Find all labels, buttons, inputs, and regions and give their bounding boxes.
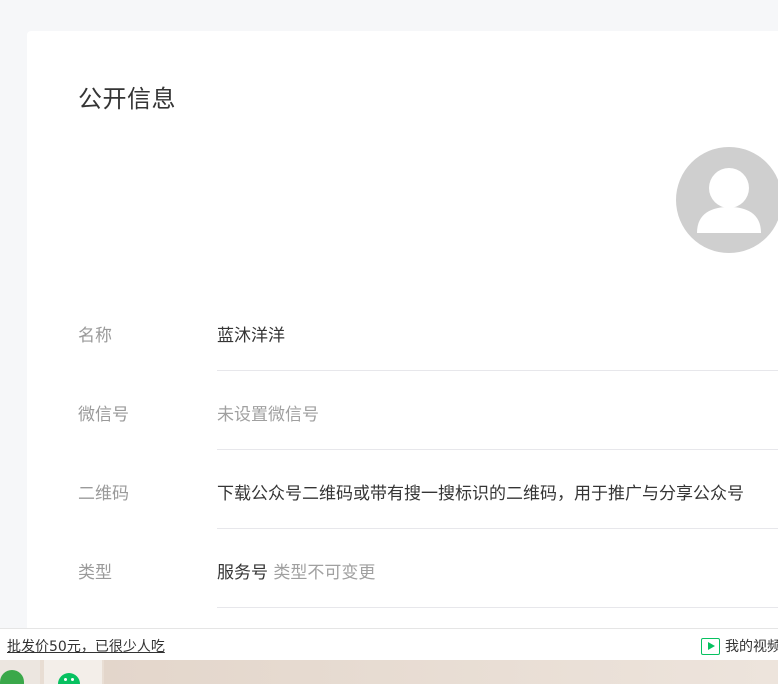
wechat-id-value[interactable]: 未设置微信号	[217, 400, 319, 425]
my-videos-label: 我的视频	[725, 639, 778, 655]
wechat-icon	[58, 673, 80, 684]
type-note: 类型不可变更	[273, 563, 376, 583]
name-value: 蓝沐洋洋	[217, 326, 285, 346]
public-info-card: 公开信息 名称 蓝沐洋洋 微信号 未设置微信号 二维码 下载公众号二维码或带有搜…	[27, 31, 778, 671]
row-type: 类型 服务号 类型不可变更	[78, 558, 778, 637]
divider	[217, 370, 778, 371]
type-label: 类型	[78, 563, 112, 583]
divider	[217, 607, 778, 608]
row-wechat-id: 微信号 未设置微信号	[78, 400, 778, 479]
divider	[217, 528, 778, 529]
type-value: 服务号 类型不可变更	[217, 558, 375, 583]
qrcode-label: 二维码	[78, 484, 129, 504]
taskbar-window-preview[interactable]	[104, 660, 778, 684]
row-qrcode: 二维码 下载公众号二维码或带有搜一搜标识的二维码，用于推广与分享公众号	[78, 479, 778, 558]
avatar[interactable]	[676, 147, 778, 253]
divider	[217, 449, 778, 450]
qrcode-value[interactable]: 下载公众号二维码或带有搜一搜标识的二维码，用于推广与分享公众号	[217, 479, 744, 504]
ad-link[interactable]: 批发价50元，已很少人吃	[7, 636, 165, 656]
taskbar-app-slot[interactable]	[0, 660, 40, 684]
wechat-id-label: 微信号	[78, 405, 129, 425]
bottom-link-bar: 批发价50元，已很少人吃 我的视频	[0, 628, 778, 660]
type-text: 服务号	[217, 563, 268, 583]
row-name: 名称 蓝沐洋洋	[78, 321, 778, 400]
os-taskbar	[0, 660, 778, 684]
section-title: 公开信息	[78, 85, 176, 113]
browser-app-icon	[0, 670, 24, 684]
my-videos-link[interactable]: 我的视频	[701, 636, 778, 656]
play-icon	[701, 637, 720, 655]
taskbar-app-slot[interactable]	[44, 660, 102, 684]
name-label: 名称	[78, 326, 112, 346]
page: 公开信息 名称 蓝沐洋洋 微信号 未设置微信号 二维码 下载公众号二维码或带有搜…	[0, 0, 778, 684]
user-icon	[697, 168, 761, 233]
